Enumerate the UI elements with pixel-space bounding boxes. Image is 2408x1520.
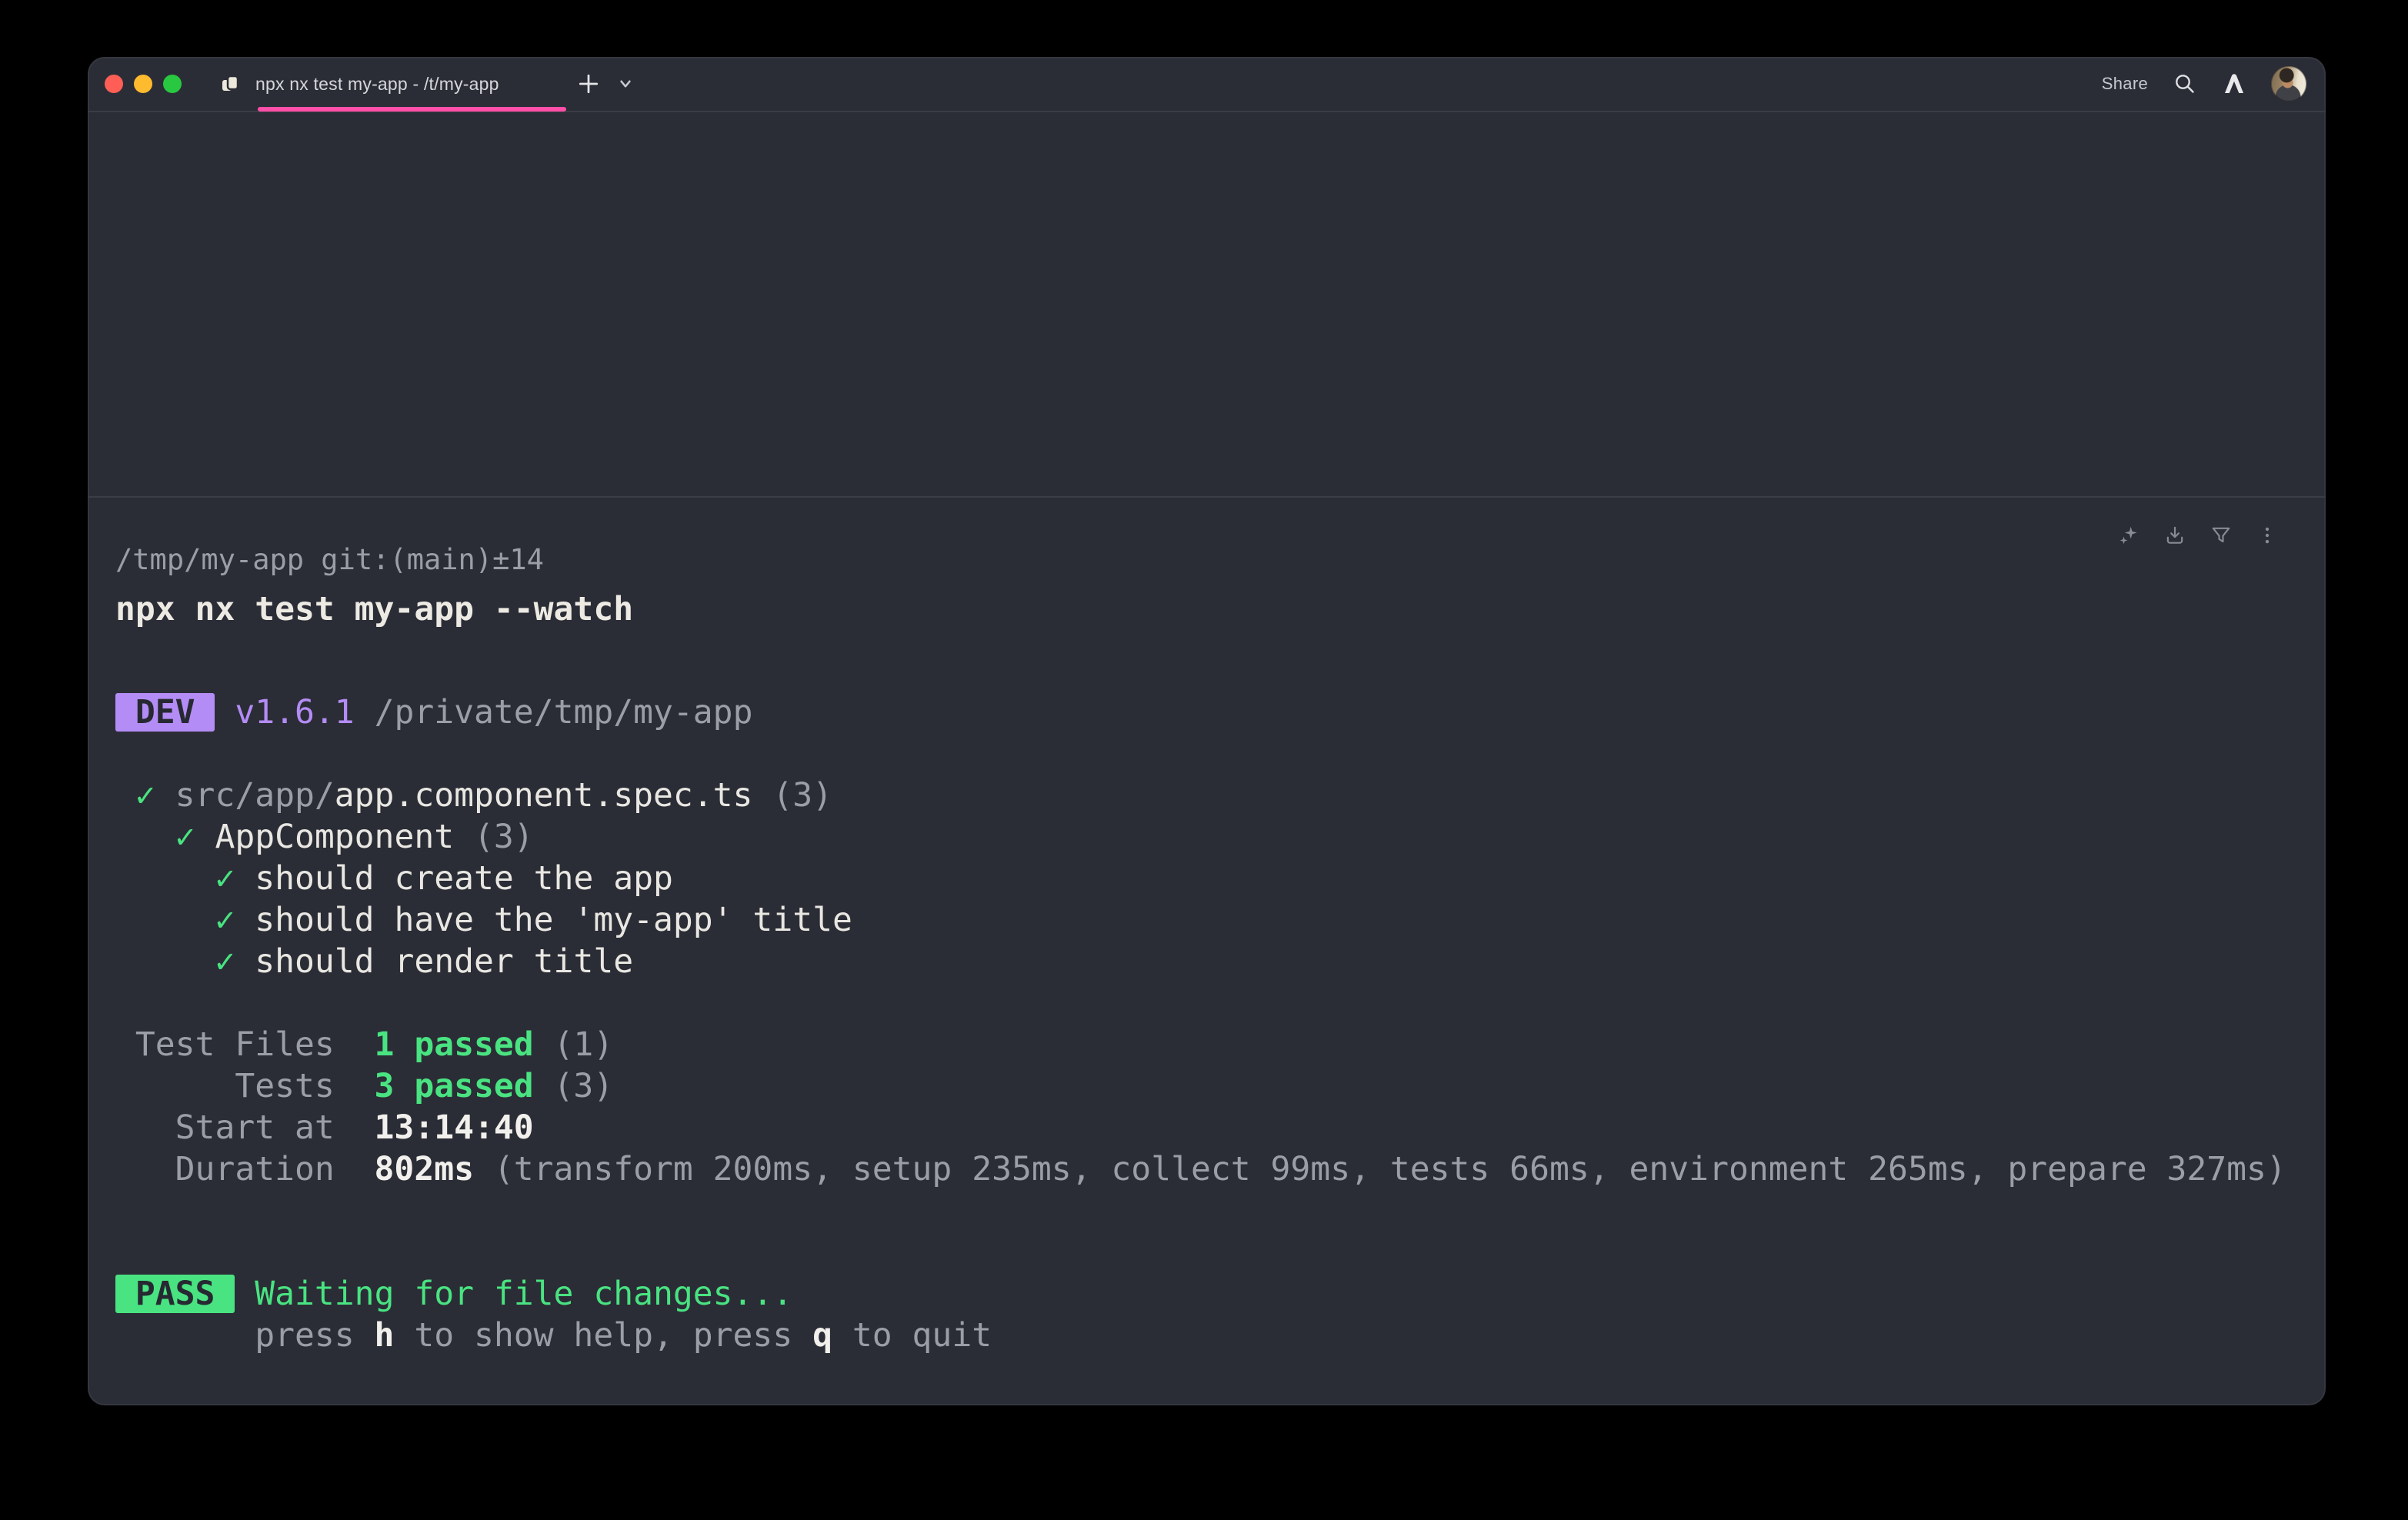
- terminal-output-line: [115, 650, 2326, 692]
- text-segment: (transform 200ms, setup 235ms, collect 9…: [474, 1150, 2286, 1188]
- terminal-output-line: Start at 13:14:40: [115, 1107, 2326, 1148]
- pages-icon: [220, 73, 242, 95]
- download-icon[interactable]: [2164, 525, 2186, 546]
- terminal-output-line: DEV v1.6.1 /private/tmp/my-app: [115, 692, 2326, 733]
- prompt-line: /tmp/my-app git:(main)±14: [115, 539, 2326, 581]
- text-segment: ✓: [215, 901, 235, 939]
- terminal-window: npx nx test my-app - /t/my-app Share: [88, 57, 2326, 1405]
- text-segment: 802ms: [375, 1150, 474, 1188]
- badge-dev: DEV: [115, 693, 215, 732]
- search-icon[interactable]: [2173, 72, 2197, 96]
- text-segment: ✓: [175, 818, 195, 856]
- text-segment: should render title: [235, 942, 633, 981]
- terminal-output-line: [115, 1190, 2326, 1232]
- text-segment: 3 passed: [375, 1067, 534, 1105]
- close-window-button[interactable]: [105, 75, 123, 93]
- text-segment: 1 passed: [375, 1025, 534, 1064]
- text-segment: [115, 901, 215, 939]
- text-segment: (3): [752, 776, 832, 815]
- text-segment: (3): [534, 1067, 614, 1105]
- text-segment: ✓: [215, 942, 235, 981]
- filter-icon[interactable]: [2210, 525, 2232, 546]
- text-segment: src/app/: [175, 776, 335, 815]
- text-segment: [115, 942, 215, 981]
- text-segment: [115, 859, 215, 898]
- text-segment: ✓: [215, 859, 235, 898]
- terminal-output-line: [115, 1232, 2326, 1273]
- text-segment: Tests: [115, 1067, 375, 1105]
- tab-title: npx nx test my-app - /t/my-app: [255, 74, 499, 95]
- traffic-lights: [105, 75, 182, 93]
- text-segment: Start at: [115, 1108, 375, 1147]
- terminal-output-line: Tests 3 passed (3): [115, 1065, 2326, 1107]
- active-tab-indicator: [258, 107, 566, 112]
- titlebar-actions: Share: [2102, 57, 2306, 111]
- text-segment: (3): [454, 818, 534, 856]
- text-segment: Waiting for file changes...: [255, 1275, 792, 1313]
- text-segment: /private/tmp/my-app: [375, 693, 753, 732]
- text-segment: to quit: [832, 1316, 992, 1355]
- sparkle-ai-icon[interactable]: [2118, 525, 2140, 546]
- terminal-output-line: [115, 733, 2326, 775]
- text-segment: (1): [534, 1025, 614, 1064]
- minimize-window-button[interactable]: [134, 75, 152, 93]
- tab-list-chevron-icon[interactable]: [617, 75, 634, 92]
- text-segment: [355, 693, 375, 732]
- text-segment: h: [375, 1316, 395, 1355]
- kebab-menu-icon[interactable]: [2256, 525, 2278, 546]
- text-segment: ✓: [135, 776, 155, 815]
- text-segment: Test Files: [115, 1025, 375, 1064]
- share-button[interactable]: Share: [2102, 74, 2148, 94]
- text-segment: press: [115, 1316, 375, 1355]
- text-segment: [115, 818, 175, 856]
- terminal-output-line: Duration 802ms (transform 200ms, setup 2…: [115, 1148, 2326, 1190]
- titlebar: npx nx test my-app - /t/my-app Share: [88, 57, 2326, 112]
- text-segment: Duration: [115, 1150, 375, 1188]
- terminal-output-line: [115, 982, 2326, 1024]
- badge-pass: PASS: [115, 1275, 235, 1313]
- text-segment: AppComponent: [195, 818, 455, 856]
- text-segment: v1.6.1: [235, 693, 354, 732]
- tab-active[interactable]: npx nx test my-app - /t/my-app: [220, 57, 499, 111]
- text-segment: [215, 693, 235, 732]
- block-toolbar: [2118, 525, 2278, 546]
- terminal-output-line: ✓ should render title: [115, 941, 2326, 982]
- terminal-output-line: press h to show help, press q to quit: [115, 1315, 2326, 1356]
- text-segment: [115, 776, 135, 815]
- text-segment: [235, 1275, 255, 1313]
- text-segment: [155, 776, 175, 815]
- warp-logo-icon[interactable]: [2222, 72, 2246, 96]
- new-tab-button[interactable]: [577, 72, 600, 95]
- text-segment: q: [812, 1316, 832, 1355]
- terminal-output-line: ✓ AppComponent (3): [115, 816, 2326, 858]
- terminal-output-line: Test Files 1 passed (1): [115, 1024, 2326, 1065]
- text-segment: to show help, press: [394, 1316, 812, 1355]
- terminal-output-line: ✓ should have the 'my-app' title: [115, 899, 2326, 941]
- terminal-output-line: PASS Waiting for file changes...: [115, 1273, 2326, 1315]
- text-segment: 13:14:40: [375, 1108, 534, 1147]
- terminal-output-line: ✓ should create the app: [115, 858, 2326, 899]
- command-block: /tmp/my-app git:(main)±14 npx nx test my…: [88, 498, 2326, 1356]
- terminal-output: DEV v1.6.1 /private/tmp/my-app ✓ src/app…: [115, 650, 2326, 1356]
- desktop: { "window": { "tab_title": "npx nx test …: [0, 0, 2408, 1520]
- previous-block: [88, 112, 2326, 496]
- text-segment: should have the 'my-app' title: [235, 901, 852, 939]
- terminal-output-line: ✓ src/app/app.component.spec.ts (3): [115, 775, 2326, 816]
- command-line: npx nx test my-app --watch: [115, 588, 2326, 630]
- text-segment: app.component.spec.ts: [335, 776, 753, 815]
- text-segment: should create the app: [235, 859, 673, 898]
- zoom-window-button[interactable]: [163, 75, 182, 93]
- avatar[interactable]: [2271, 66, 2306, 102]
